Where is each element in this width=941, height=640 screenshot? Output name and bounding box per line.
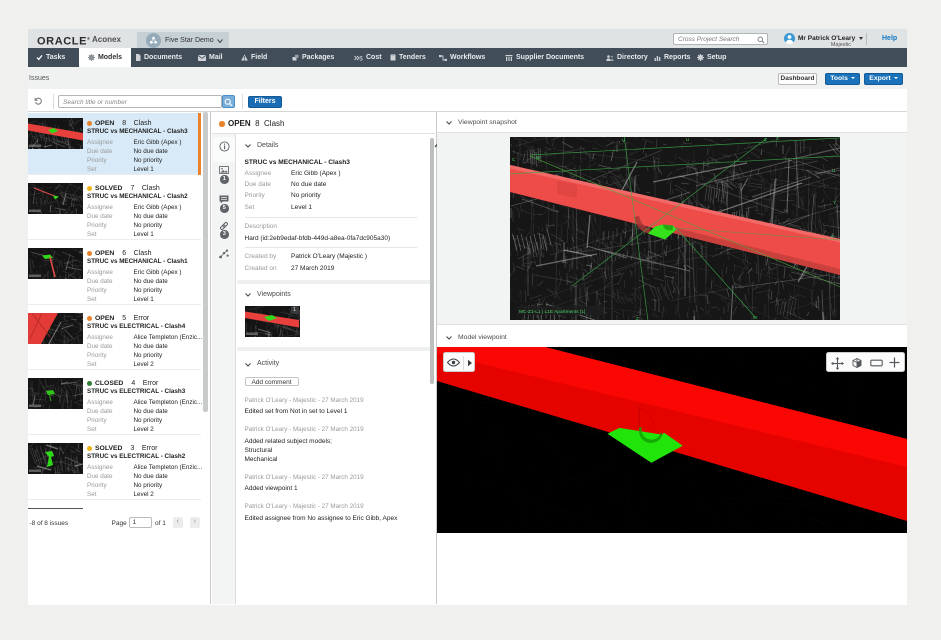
svg-text:MC-Z1-L1 | L1E Apartments [1]: MC-Z1-L1 | L1E Apartments [1] xyxy=(519,309,585,315)
svg-text:Y: Y xyxy=(833,200,836,205)
svg-text:U: U xyxy=(686,137,689,142)
svg-text:Z: Z xyxy=(636,316,639,320)
svg-text:V: V xyxy=(622,138,625,143)
svg-text:U: U xyxy=(832,168,835,173)
svg-text:Z: Z xyxy=(764,137,767,142)
svg-text:T: T xyxy=(776,137,779,141)
svg-text:$: $ xyxy=(359,56,363,61)
